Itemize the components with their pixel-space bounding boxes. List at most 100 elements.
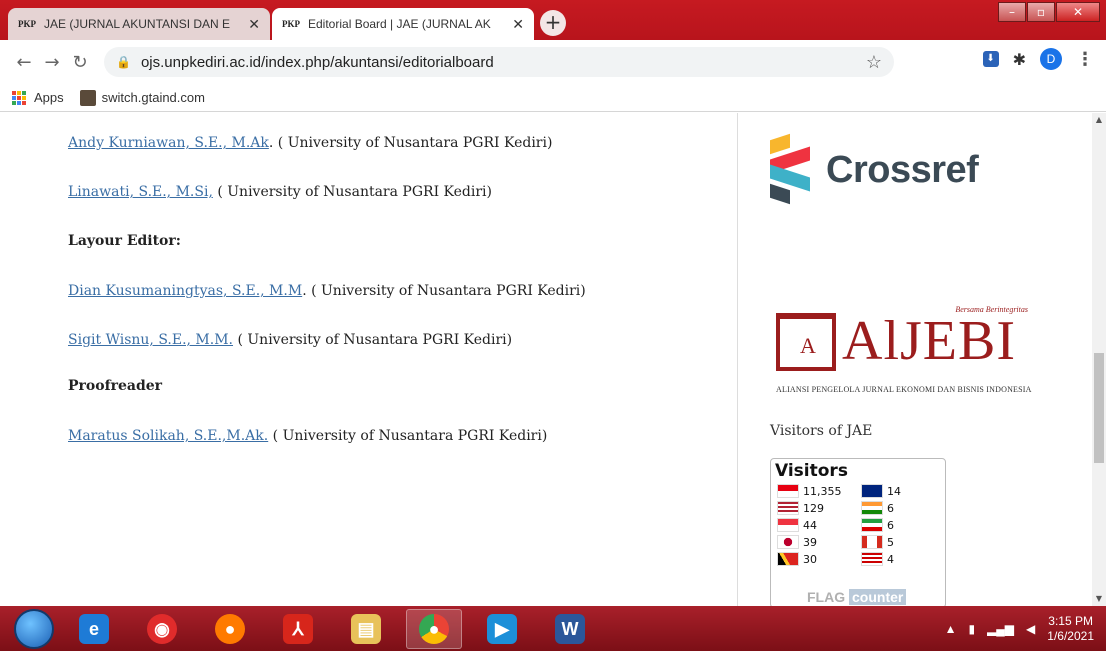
close-icon[interactable]: ✕ [248, 16, 260, 33]
affiliation: ( University of Nusantara PGRI Kediri) [272, 428, 548, 444]
pkp-favicon-icon: PKP [282, 19, 300, 29]
app-icon: ◉ [147, 613, 177, 644]
apps-grid-icon [12, 90, 26, 105]
system-clock[interactable]: 3:15 PM 1/6/2021 [1047, 614, 1094, 644]
list-item: Dian Kusumaningtyas, S.E., M.M. ( Univer… [68, 283, 586, 299]
iran-flag-icon [861, 518, 883, 532]
start-button[interactable] [14, 608, 54, 649]
tray-expand-icon[interactable]: ▲ [945, 622, 957, 636]
crossref-label: Crossref [826, 148, 979, 191]
affiliation: ( University of Nusantara PGRI Kediri) [277, 135, 553, 151]
volume-icon[interactable]: ◀ [1026, 622, 1035, 636]
url-text[interactable]: ojs.unpkediri.ac.id/index.php/akuntansi/… [141, 54, 494, 71]
taskbar-app[interactable]: ◉ [134, 609, 190, 649]
list-item: Maratus Solikah, S.E.,M.Ak. ( University… [68, 428, 547, 444]
list-item: 5 [861, 534, 941, 550]
aljebi-logo[interactable]: Bersama Berintegritas AlJEBI ALIANSI PEN… [776, 305, 1036, 400]
bookmarks-bar: Apps switch.gtaind.com [0, 84, 1106, 112]
system-tray: ▲ ▮ ▂▄▆ ◀ 3:15 PM 1/6/2021 [945, 614, 1094, 644]
section-heading: Layour Editor: [68, 233, 181, 249]
bookmark-label: switch.gtaind.com [101, 90, 205, 105]
list-item: 14 [861, 483, 941, 499]
browser-title-bar: PKP JAE (JURNAL AKUNTANSI DAN E ✕ PKP Ed… [0, 0, 1106, 40]
australia-flag-icon [861, 484, 883, 498]
timor-leste-flag-icon [777, 552, 799, 566]
internet-explorer-icon: e [79, 613, 109, 644]
canada-flag-icon [861, 535, 883, 549]
extension-area: ⬇ ✱ D ⋮ [982, 48, 1094, 70]
back-arrow-icon[interactable]: ← [10, 52, 38, 73]
taskbar-internet-explorer[interactable]: e [66, 609, 122, 649]
address-bar[interactable]: 🔒 ojs.unpkediri.ac.id/index.php/akuntans… [104, 47, 894, 77]
list-item: 30 [777, 551, 861, 567]
list-item: 11,355 [777, 483, 861, 499]
person-link[interactable]: Andy Kurniawan, S.E., M.Ak [68, 135, 269, 151]
aljebi-brand: AlJEBI [842, 310, 1016, 372]
bookmark-star-icon[interactable]: ☆ [866, 52, 882, 73]
scroll-up-icon[interactable]: ▲ [1092, 113, 1106, 127]
file-explorer-icon: ▤ [351, 613, 381, 644]
taskbar-firefox[interactable]: ● [202, 609, 258, 649]
close-icon[interactable]: ✕ [512, 16, 524, 33]
word-icon: W [555, 613, 585, 644]
person-link[interactable]: Sigit Wisnu, S.E., M.M. [68, 332, 233, 348]
flag-counter-badge: FLAG counter [807, 589, 947, 606]
media-player-icon: ▶ [487, 613, 517, 644]
flag-counter-widget[interactable]: Visitors 11,355 14 129 6 44 6 39 5 30 4 … [770, 458, 946, 606]
scroll-thumb[interactable] [1094, 353, 1104, 463]
malaysia-flag-icon [861, 552, 883, 566]
tab-editorial-board[interactable]: PKP Editorial Board | JAE (JURNAL AK ✕ [272, 8, 534, 40]
crossref-mark-icon [770, 133, 820, 205]
section-heading: Proofreader [68, 378, 163, 394]
united-states-flag-icon [777, 501, 799, 515]
taskbar-word[interactable]: W [542, 609, 598, 649]
profile-avatar[interactable]: D [1040, 48, 1062, 70]
reload-icon[interactable]: ↻ [66, 52, 94, 73]
chrome-icon: ● [419, 613, 449, 644]
list-item: 44 [777, 517, 861, 533]
browser-toolbar: ← → ↻ 🔒 ojs.unpkediri.ac.id/index.php/ak… [0, 40, 1106, 84]
acrobat-icon: ⅄ [283, 613, 313, 644]
maximize-button[interactable]: ▫ [1027, 2, 1055, 22]
person-link[interactable]: Linawati, S.E., M.Si, [68, 184, 213, 200]
lock-icon[interactable]: 🔒 [116, 55, 131, 69]
list-item: 6 [861, 517, 941, 533]
tab-jae-home[interactable]: PKP JAE (JURNAL AKUNTANSI DAN E ✕ [8, 8, 270, 40]
list-item: 129 [777, 500, 861, 516]
tab-title: Editorial Board | JAE (JURNAL AK [308, 17, 491, 31]
taskbar-acrobat[interactable]: ⅄ [270, 609, 326, 649]
sidebar: Crossref Bersama Berintegritas AlJEBI AL… [738, 113, 1092, 606]
puzzle-extensions-icon[interactable]: ✱ [1013, 50, 1026, 69]
bookmark-label: Apps [34, 90, 64, 105]
list-item: 39 [777, 534, 861, 550]
forward-arrow-icon[interactable]: → [38, 52, 66, 73]
bookmark-apps[interactable]: Apps [12, 90, 64, 105]
person-link[interactable]: Dian Kusumaningtyas, S.E., M.M [68, 283, 302, 299]
crossref-logo[interactable]: Crossref [770, 133, 979, 205]
taskbar-media-player[interactable]: ▶ [474, 609, 530, 649]
visitors-heading: Visitors of JAE [770, 423, 873, 439]
list-item: 4 [861, 551, 941, 567]
taskbar-chrome[interactable]: ● [406, 608, 462, 649]
close-window-button[interactable]: ✕ [1056, 2, 1100, 22]
network-icon[interactable]: ▂▄▆ [987, 622, 1014, 636]
bookmark-switch-gtaind[interactable]: switch.gtaind.com [79, 89, 205, 106]
taskbar-file-explorer[interactable]: ▤ [338, 609, 394, 649]
new-tab-button[interactable]: + [540, 10, 566, 36]
person-link[interactable]: Maratus Solikah, S.E.,M.Ak. [68, 428, 268, 444]
scroll-down-icon[interactable]: ▼ [1092, 592, 1106, 606]
list-item: 6 [861, 500, 941, 516]
list-item: Linawati, S.E., M.Si, ( University of Nu… [68, 184, 492, 200]
minimize-button[interactable]: – [998, 2, 1026, 22]
tab-title: JAE (JURNAL AKUNTANSI DAN E [44, 17, 231, 31]
window-controls: – ▫ ✕ [997, 2, 1100, 22]
page-scrollbar[interactable]: ▲ ▼ [1092, 113, 1106, 606]
download-extension-icon[interactable]: ⬇ [982, 51, 999, 67]
counter-grid: 11,355 14 129 6 44 6 39 5 30 4 [777, 483, 941, 567]
list-item: Sigit Wisnu, S.E., M.M. ( University of … [68, 332, 512, 348]
more-menu-icon[interactable]: ⋮ [1076, 49, 1094, 70]
battery-icon[interactable]: ▮ [968, 622, 975, 636]
india-flag-icon [861, 501, 883, 515]
counter-title: Visitors [775, 461, 848, 481]
web-page: Andy Kurniawan, S.E., M.Ak. ( University… [0, 113, 1092, 606]
